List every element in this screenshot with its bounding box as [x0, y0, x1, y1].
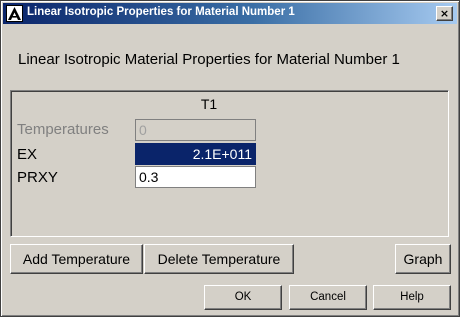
row-label-ex: EX [17, 146, 38, 163]
ok-button[interactable]: OK [204, 285, 282, 310]
column-header-t1: T1 [200, 96, 218, 112]
close-icon[interactable]: × [436, 6, 453, 21]
ansys-logo-icon [6, 5, 23, 22]
dialog-window: Linear Isotropic Properties for Material… [0, 0, 460, 317]
row-label-prxy: PRXY [17, 169, 58, 186]
row-label-temperatures: Temperatures [17, 121, 109, 138]
prxy-value-cell[interactable]: 0.3 [135, 166, 256, 188]
delete-temperature-button[interactable]: Delete Temperature [144, 244, 294, 274]
temperature-cell: 0 [135, 119, 256, 141]
title-bar[interactable]: Linear Isotropic Properties for Material… [3, 3, 457, 24]
add-temperature-button[interactable]: Add Temperature [10, 244, 143, 274]
ex-value-cell[interactable]: 2.1E+011 [135, 143, 256, 165]
graph-button[interactable]: Graph [395, 244, 451, 274]
window-title: Linear Isotropic Properties for Material… [27, 6, 295, 18]
help-button[interactable]: Help [373, 285, 451, 310]
properties-table: T1 Temperatures 0 EX 2.1E+011 PRXY 0.3 [10, 90, 449, 237]
dialog-heading: Linear Isotropic Material Properties for… [18, 51, 400, 68]
cancel-button[interactable]: Cancel [289, 285, 367, 310]
